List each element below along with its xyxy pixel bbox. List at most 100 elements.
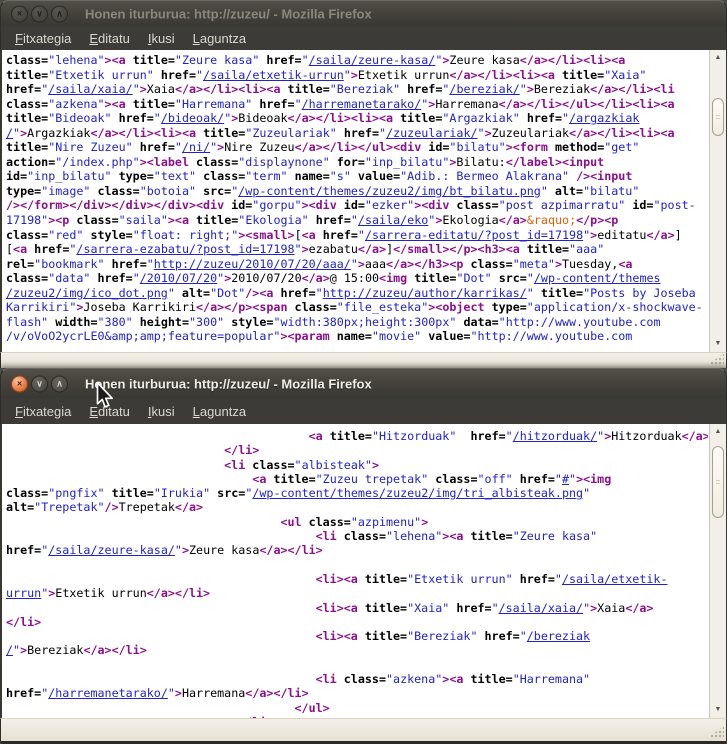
source-link[interactable]: /zuzeulariak/ [386,126,477,140]
source-content: class="lehena"><a title="Zeure kasa" hre… [0,50,727,352]
source-link[interactable]: /bereziak/ [449,82,519,96]
source-token: <li><a [316,629,365,643]
source-token: " [583,486,590,500]
source-token: title= [6,111,48,125]
source-token: href= [119,111,154,125]
menu-item-fitxategia[interactable]: Fitxategia [6,401,80,422]
source-link[interactable]: /harremanetarako/ [48,686,168,700]
source-token: "Harremana" [513,672,590,686]
minimize-button[interactable]: ∨ [31,375,48,392]
source-token: "data" [48,271,97,285]
scroll-down-button[interactable]: ▼ [710,703,726,717]
menu-item-laguntza[interactable]: Laguntza [184,401,256,422]
source-link[interactable]: http://zuzeu/author/karrikas/ [323,286,527,300]
source-token: "get" [604,140,639,154]
source-link[interactable]: /sarrera-editatu/?post_id=17198 [365,228,583,242]
source-link[interactable]: / [6,643,13,657]
scroll-up-button[interactable]: ▲ [710,425,726,439]
source-link[interactable]: /bideoak/ [161,111,224,125]
source-token: " [147,257,154,271]
source-link[interactable]: /wp-content/themes/zuzeu2/img/tri_albist… [252,486,583,500]
source-token: </a> [625,601,653,615]
menu-item-editatu[interactable]: Editatu [80,28,138,49]
source-token: "movie" [372,329,428,343]
scrollbar-thumb[interactable] [712,446,724,518]
source-token: <a [309,429,330,443]
scrollbar-thumb[interactable] [712,98,724,136]
minimize-button[interactable]: ∨ [31,5,48,22]
source-token: </a></li><li><a [569,126,675,140]
source-token: </a></li><li><a [90,126,203,140]
close-icon: × [17,378,22,388]
source-token: title= [400,111,442,125]
resize-grip-icon[interactable] [706,726,724,739]
source-token: " [555,472,562,486]
source-token: Zeure kasa [449,53,519,67]
window-bottom-frame[interactable] [0,352,727,368]
source-token: </a> [175,500,203,514]
source-link[interactable]: urrun [6,586,41,600]
source-token [6,472,252,486]
source-link[interactable]: # [562,472,569,486]
source-token: " [478,126,485,140]
source-token: [ [295,228,302,242]
resize-grip-icon[interactable] [706,353,724,366]
source-link[interactable]: /saila/etxetik-urrun [203,68,344,82]
source-link[interactable]: /saila/xaia/ [499,601,583,615]
source-link[interactable]: /harremanetarako/ [302,97,422,111]
source-link[interactable]: /saila/xaia/ [48,82,132,96]
source-token: "Etxetik urrun" [407,572,520,586]
vertical-scrollbar[interactable]: ▲ ▼ [709,424,726,718]
source-token: ><a [442,672,470,686]
window-bottom-frame[interactable] [0,718,727,744]
menu-item-ikusi[interactable]: Ikusi [139,28,184,49]
source-view[interactable]: class="lehena"><a title="Zeure kasa" hre… [2,50,708,352]
source-link[interactable]: /saila/zeure-kasa/ [48,543,175,557]
close-button[interactable]: × [11,375,28,392]
source-line: title="Etxetik urrun" href="/saila/etxet… [6,68,708,83]
source-token: " [541,184,555,198]
source-link[interactable]: http://zuzeu/2010/07/20/aaa/ [154,257,351,271]
source-token: "Zeure kasa" [513,529,597,543]
source-line: <li><a title="Xaia" href="/saila/xaia/">… [6,601,708,615]
titlebar[interactable]: × ∨ ∧ Honen iturburua: http://zuzeu/ - M… [0,0,727,26]
source-link[interactable]: /2010/07/20 [140,271,217,285]
source-link[interactable]: /saila/etxetik- [562,572,668,586]
source-link[interactable]: /argazkiak [569,111,639,125]
source-link[interactable]: /bereziak [527,629,590,643]
view-source-window-top: × ∨ ∧ Honen iturburua: http://zuzeu/ - M… [0,0,727,368]
source-token: title= [365,629,407,643]
source-token: " [555,572,562,586]
source-token: "bookmark" [34,257,111,271]
source-link[interactable]: /saila/zeure-kasa/ [309,53,436,67]
source-token: href= [98,271,133,285]
source-view[interactable]: <a title="Hitzorduak" href="/hitzorduak/… [2,424,708,718]
source-token: ezabatu [309,242,358,256]
source-link[interactable]: /sarrera-ezabatu/?post_id=17198 [76,242,294,256]
source-token [6,701,295,715]
source-line: rel="bookmark" href="http://zuzeu/2010/0… [6,257,708,272]
menu-item-fitxategia[interactable]: Fitxategia [6,28,80,49]
source-link[interactable]: /ni/ [182,140,210,154]
source-link[interactable]: /wp-content/themes [534,271,661,285]
source-link[interactable]: /wp-content/themes/zuzeu2/img/bt_bilatu.… [238,184,541,198]
minimize-icon: ∨ [36,8,43,18]
source-link[interactable]: /hitzorduak/ [513,429,597,443]
maximize-button[interactable]: ∧ [51,5,68,22]
vertical-scrollbar[interactable]: ▲ ▼ [709,50,726,352]
source-line: class="azkena"><a title="Harremana" href… [6,97,708,112]
menu-item-ikusi[interactable]: Ikusi [139,401,184,422]
source-token [6,515,280,529]
menu-item-laguntza[interactable]: Laguntza [184,28,256,49]
scroll-up-button[interactable]: ▲ [710,51,726,65]
scroll-down-button[interactable]: ▼ [710,337,726,351]
maximize-button[interactable]: ∧ [51,375,68,392]
source-link[interactable]: /saila/eko [358,213,428,227]
source-token: editatu [597,228,646,242]
source-link[interactable]: /zuzeu2/img/ico_dot.png [6,286,168,300]
source-link[interactable]: / [6,126,13,140]
close-button[interactable]: × [11,5,28,22]
source-line: [<a href="/sarrera-ezabatu/?post_id=1719… [6,242,708,257]
source-token: Nire Zuzeu [224,140,294,154]
source-token: "Posts by Joseba [583,286,696,300]
